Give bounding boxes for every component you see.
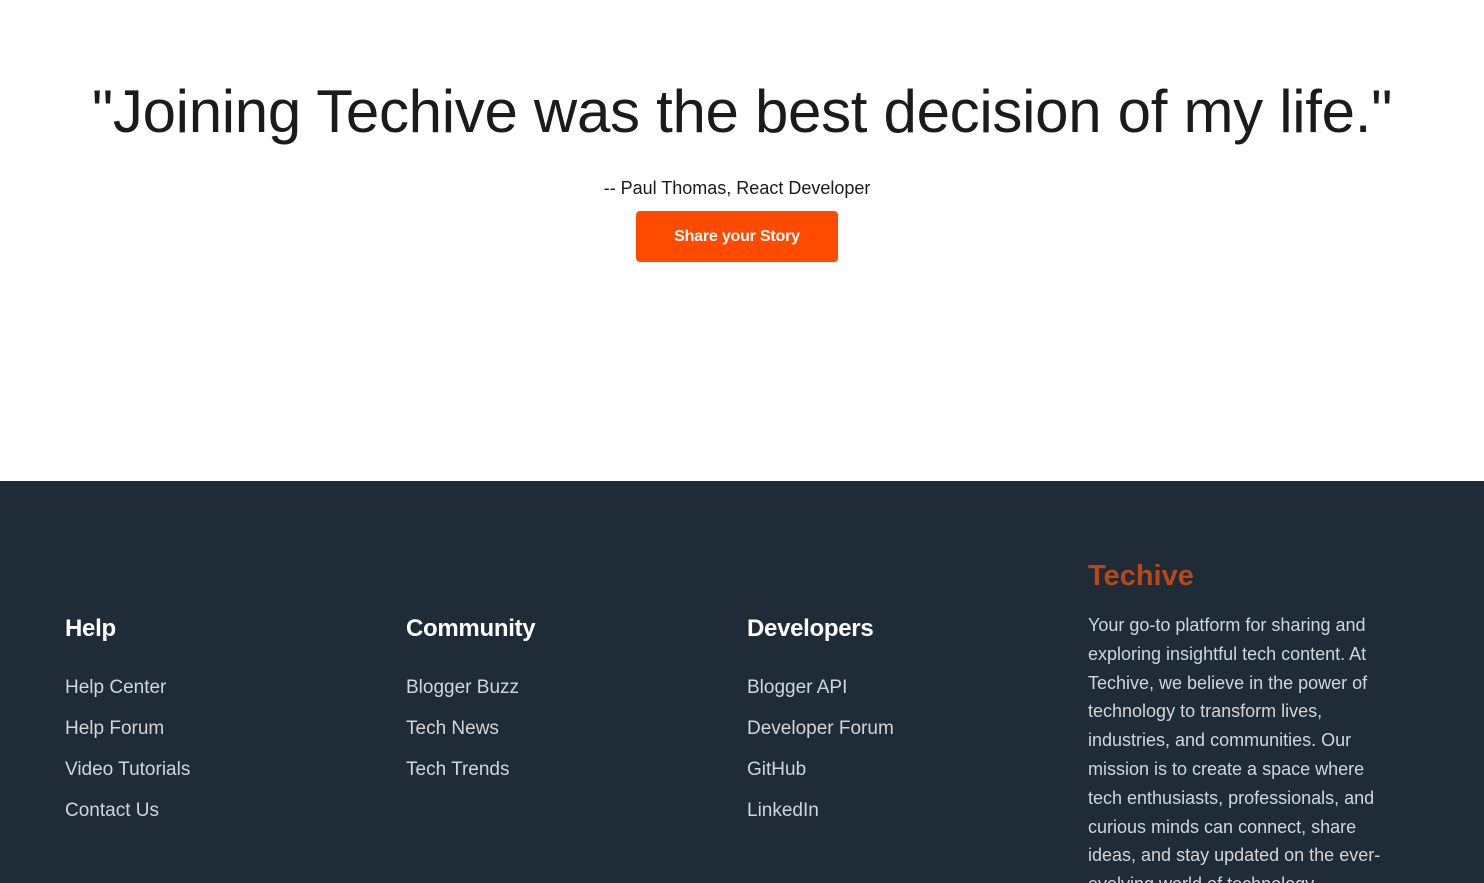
footer-heading-developers: Developers — [747, 615, 874, 642]
list-item: Developer Forum — [747, 717, 894, 758]
footer-link-video-tutorials[interactable]: Video Tutorials — [65, 759, 190, 780]
site-footer: Help Help Center Help Forum Video Tutori… — [0, 481, 1484, 883]
footer-link-help-forum[interactable]: Help Forum — [65, 718, 164, 739]
testimonial-quote: "Joining Techive was the best decision o… — [91, 78, 1393, 145]
footer-link-contact-us[interactable]: Contact Us — [65, 800, 159, 821]
footer-brand-description: Your go-to platform for sharing and expl… — [1088, 615, 1381, 883]
footer-link-blogger-buzz[interactable]: Blogger Buzz — [406, 677, 519, 698]
footer-link-developer-forum[interactable]: Developer Forum — [747, 718, 894, 739]
footer-brand-title: Techive — [1088, 560, 1194, 592]
testimonial-author: -- Paul Thomas, React Developer — [603, 178, 871, 198]
testimonial-section: "Joining Techive was the best decision o… — [0, 0, 1484, 481]
footer-link-linkedin[interactable]: LinkedIn — [747, 800, 819, 821]
list-item: GitHub — [747, 758, 894, 799]
list-item: Tech Trends — [406, 758, 519, 799]
footer-heading-help: Help — [65, 615, 116, 642]
footer-link-tech-trends[interactable]: Tech Trends — [406, 759, 510, 780]
footer-links-developers: Blogger API Developer Forum GitHub Linke… — [747, 676, 894, 840]
footer-link-help-center[interactable]: Help Center — [65, 677, 166, 698]
list-item: Help Center — [65, 676, 190, 717]
footer-link-tech-news[interactable]: Tech News — [406, 718, 499, 739]
list-item: Video Tutorials — [65, 758, 190, 799]
footer-link-blogger-api[interactable]: Blogger API — [747, 677, 847, 698]
list-item: Contact Us — [65, 799, 190, 840]
footer-heading-community: Community — [406, 615, 536, 642]
list-item: Blogger API — [747, 676, 894, 717]
footer-links-help: Help Center Help Forum Video Tutorials C… — [65, 676, 190, 840]
footer-links-community: Blogger Buzz Tech News Tech Trends — [406, 676, 519, 799]
footer-link-github[interactable]: GitHub — [747, 759, 806, 780]
share-story-button[interactable]: Share your Story — [636, 211, 838, 262]
list-item: Tech News — [406, 717, 519, 758]
list-item: Help Forum — [65, 717, 190, 758]
list-item: Blogger Buzz — [406, 676, 519, 717]
list-item: LinkedIn — [747, 799, 894, 840]
